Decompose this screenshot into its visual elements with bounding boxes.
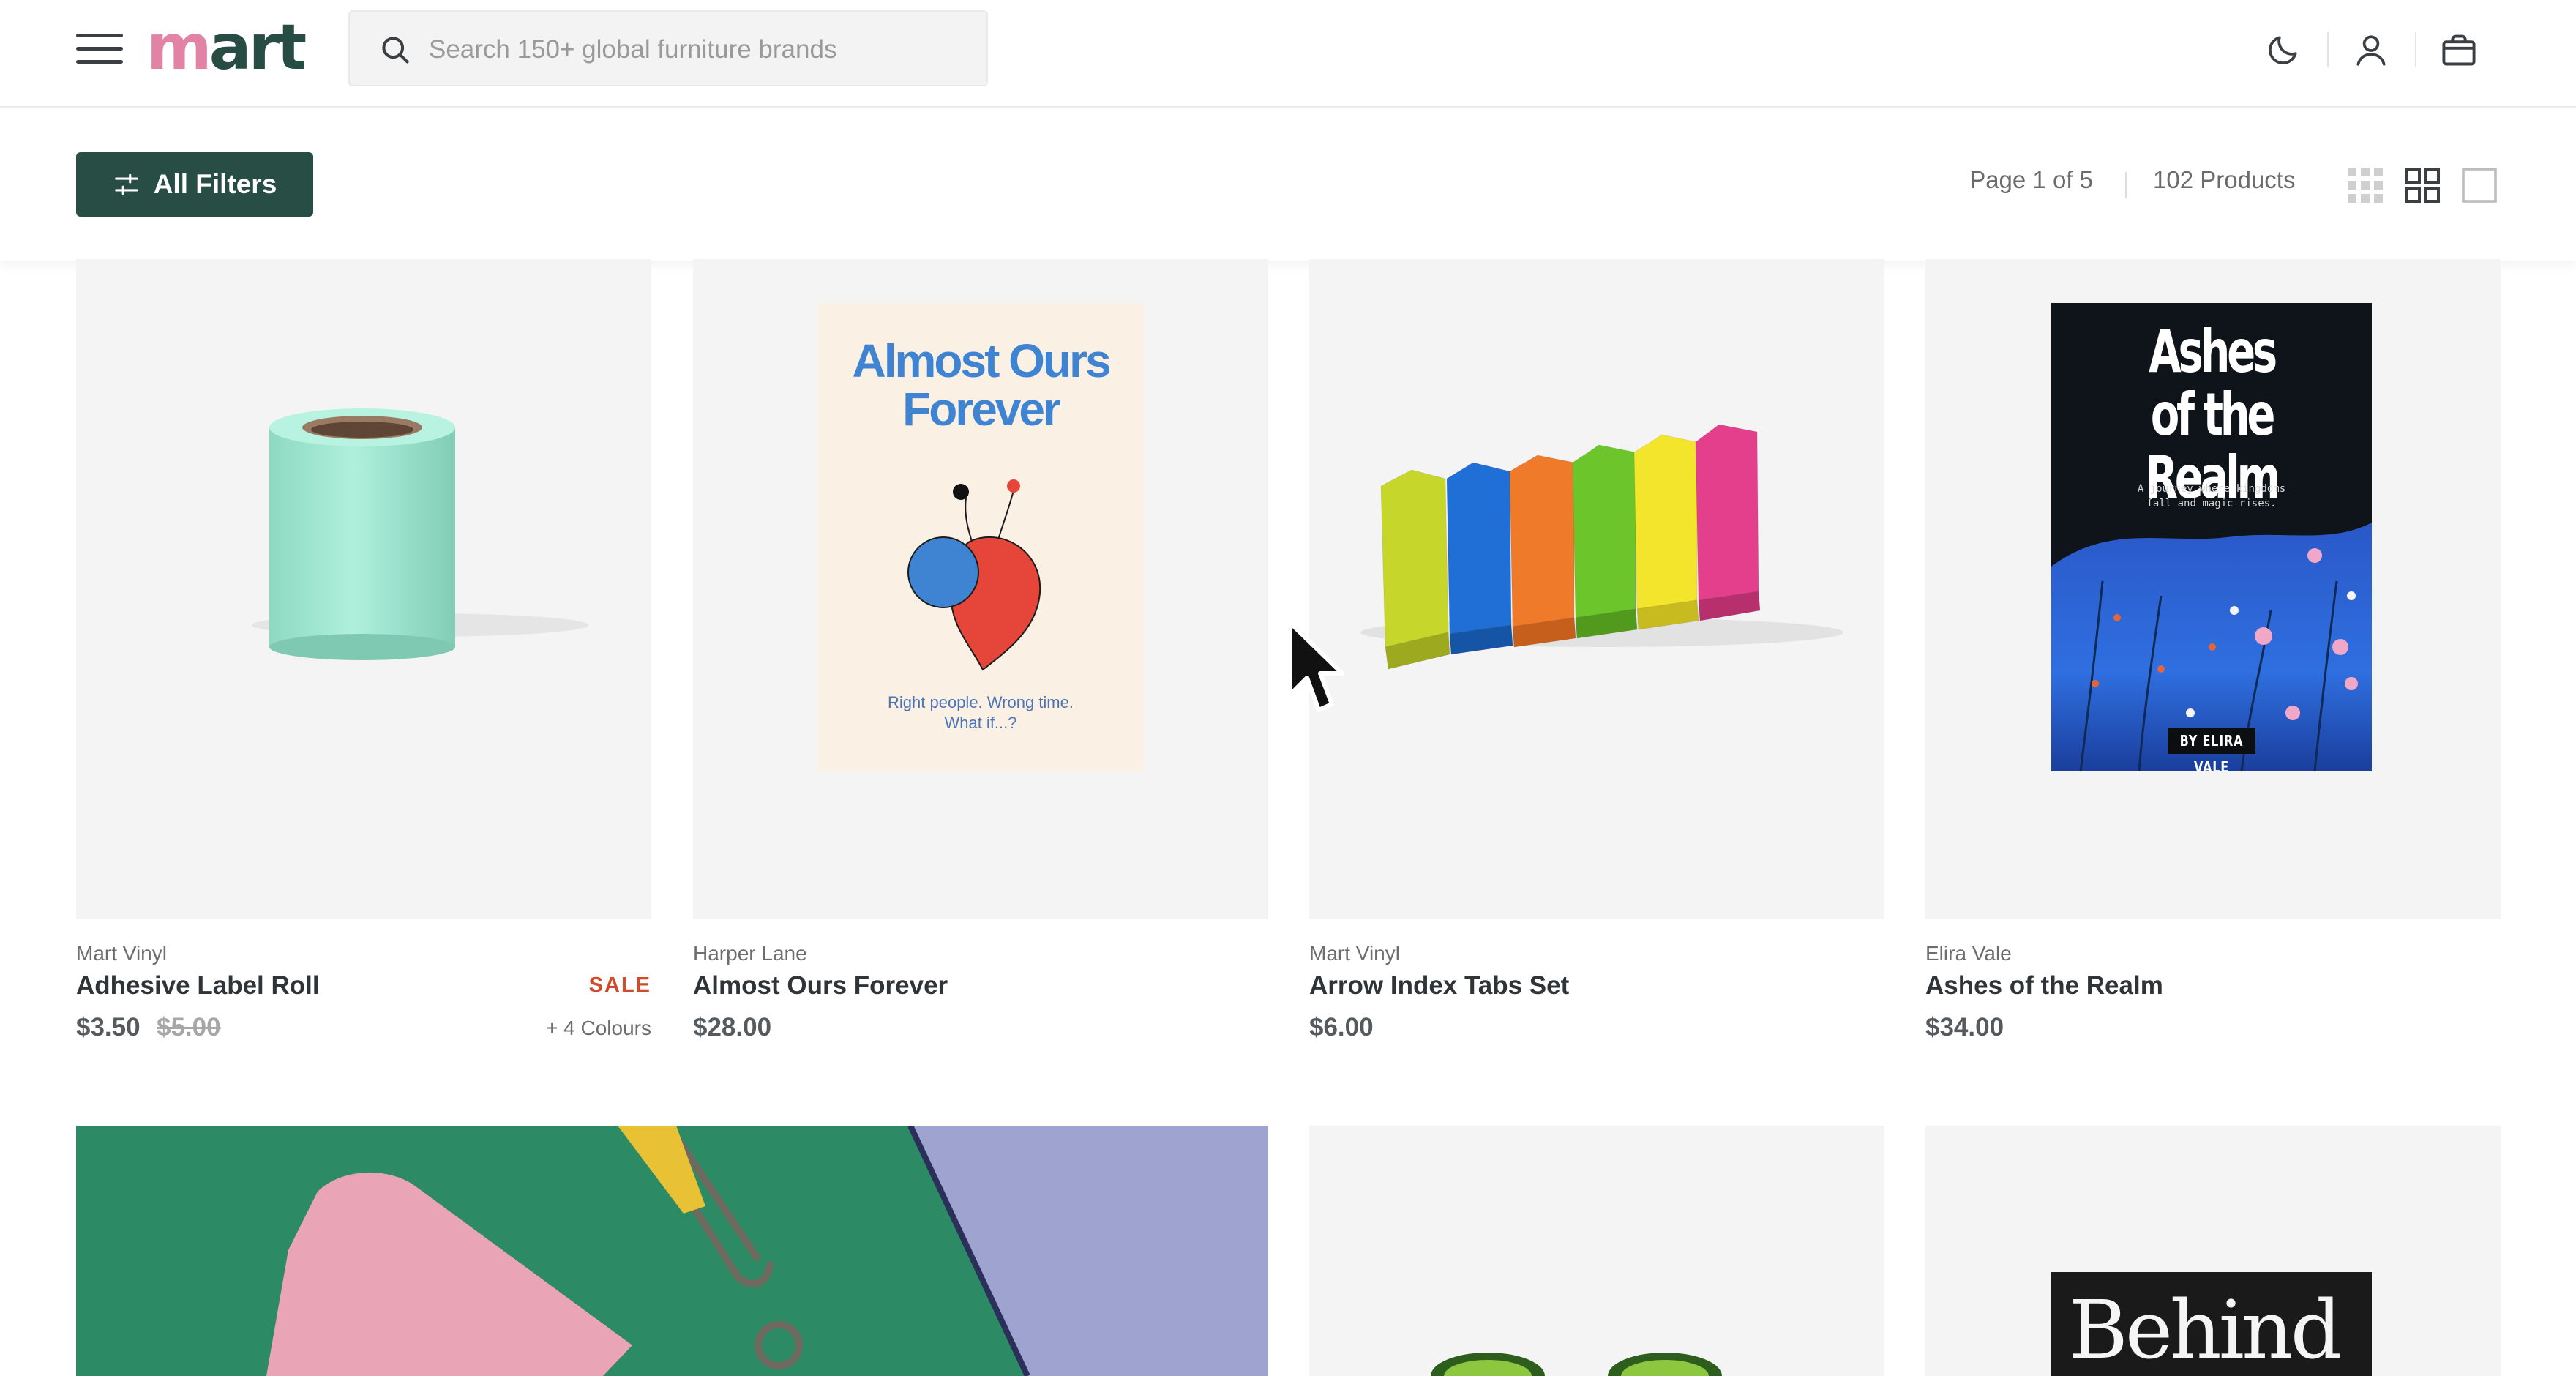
site-header: mart [0,0,2576,108]
product-name[interactable]: Adhesive Label Roll [76,971,320,1001]
book-cover: Behind [2051,1272,2372,1376]
cover-title: Behind [2069,1283,2342,1376]
search-icon [382,37,409,64]
stationery-illustration [266,1126,1268,1376]
logo[interactable]: mart [146,7,307,88]
product-name[interactable]: Almost Ours Forever [693,971,948,1001]
green-product-illustration [1431,1353,1722,1376]
search-input[interactable] [429,26,970,73]
heart-illustration [907,479,1041,671]
product-image[interactable]: Behind [1925,1126,2501,1376]
cover-subtitle: Right people. Wrong time. What if...? [888,693,1074,732]
product-image[interactable]: Ashes of the Realm A journey where kingd… [1925,259,2501,919]
product-image[interactable] [1309,259,1884,919]
book-cover: Almost Ours Forever Right people. Wrong … [817,303,1144,771]
grid-medium-view-icon[interactable] [2403,166,2441,204]
promo-banner-image[interactable] [76,1126,1268,1376]
product-price: $34.00 [1925,1013,2004,1042]
single-view-icon[interactable] [2460,166,2498,204]
product-brand: Mart Vinyl [1309,942,1400,965]
product-price: $6.00 [1309,1013,1374,1042]
index-tabs-illustration [1360,424,1843,670]
book-cover: Ashes of the Realm A journey where kingd… [2051,303,2372,771]
all-filters-label: All Filters [153,169,277,199]
product-name[interactable]: Arrow Index Tabs Set [1309,971,1569,1001]
product-count: 102 Products [2153,166,2296,193]
product-image[interactable] [1309,1126,1884,1376]
cover-subtitle: A journey where kingdoms fall and magic … [2137,483,2286,509]
product-brand: Harper Lane [693,942,807,965]
toolbar-divider [2125,172,2127,198]
colour-options[interactable]: + 4 Colours [546,1017,651,1040]
product-image[interactable] [76,259,651,919]
mouse-cursor-icon [1287,620,1344,712]
sliders-icon [114,173,138,195]
product-brand: Elira Vale [1925,942,2012,965]
product-old-price: $5.00 [157,1013,221,1042]
page-indicator: Page 1 of 5 [1969,166,2093,193]
label-roll-illustration [252,408,588,660]
listing-toolbar: All Filters Page 1 of 5 102 Products [0,111,2576,261]
product-brand: Mart Vinyl [76,942,167,965]
product-price: $28.00 [693,1013,772,1042]
product-image[interactable]: Almost Ours Forever Right people. Wrong … [693,259,1268,919]
cover-author: BY ELIRA VALE [2168,728,2255,771]
product-price: $3.50 [76,1013,141,1042]
moon-icon[interactable] [2260,26,2307,73]
user-icon[interactable] [2348,26,2395,73]
menu-icon[interactable] [76,34,123,64]
all-filters-button[interactable]: All Filters [76,152,313,217]
product-name[interactable]: Ashes of the Realm [1925,971,2163,1001]
search-bar[interactable] [348,10,988,86]
sale-badge: SALE [588,973,651,997]
header-divider [2415,32,2416,67]
header-divider [2327,32,2329,67]
bag-icon[interactable] [2435,26,2482,73]
cover-title: Almost Ours Forever [852,334,1111,435]
grid-small-view-icon[interactable] [2346,166,2384,204]
